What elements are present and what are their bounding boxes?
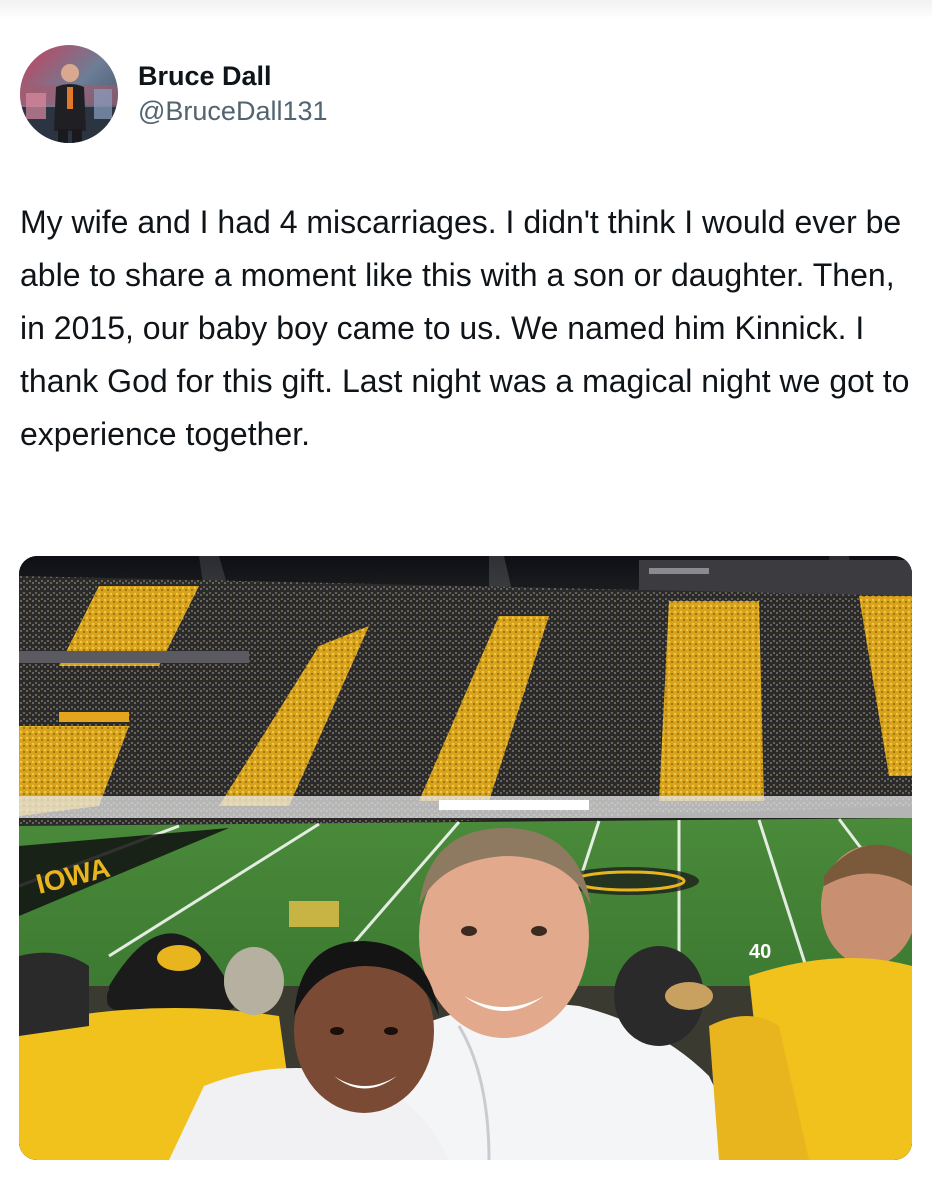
author-names: Bruce Dall @BruceDall131 [138, 59, 328, 129]
top-fade [0, 0, 932, 20]
author-avatar[interactable] [20, 45, 118, 143]
field-yard-number: 40 [749, 941, 771, 963]
tweet-media-photo[interactable]: IOWA 40 [19, 556, 912, 1160]
tweet-text: My wife and I had 4 miscarriages. I didn… [20, 204, 910, 452]
tweet-card[interactable]: Bruce Dall @BruceDall131 My wife and I h… [0, 0, 932, 1200]
author-display-name[interactable]: Bruce Dall [138, 59, 328, 93]
author-handle[interactable]: @BruceDall131 [138, 93, 328, 129]
hawkeye-logo-icon [157, 945, 201, 971]
stadium-photo: IOWA 40 [19, 556, 912, 1160]
tweet-header: Bruce Dall @BruceDall131 [20, 44, 328, 144]
avatar-photo-icon [20, 45, 118, 143]
